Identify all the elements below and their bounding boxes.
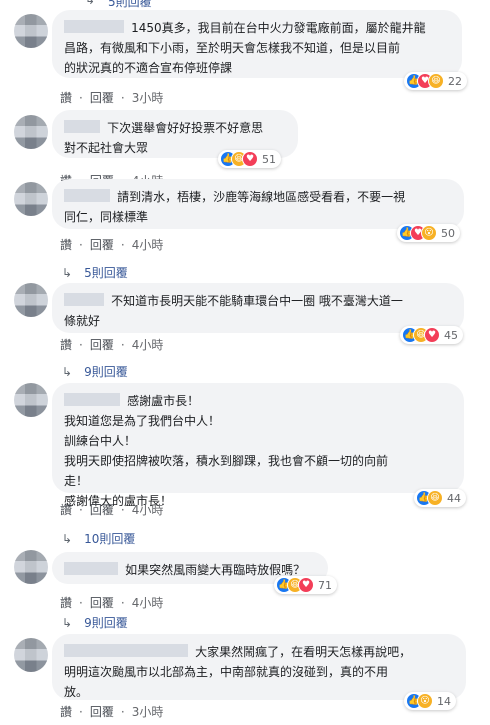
- author-name[interactable]: [64, 293, 104, 306]
- separator: ·: [79, 90, 83, 105]
- reply-arrow-icon: ↳: [62, 364, 73, 379]
- author-name[interactable]: [64, 20, 124, 33]
- view-replies[interactable]: ↳ 9則回覆: [62, 614, 128, 631]
- reaction-count: 71: [318, 578, 332, 592]
- view-replies-link[interactable]: 9則回覆: [84, 363, 128, 380]
- comment-text: 請到清水，梧棲，沙鹿等海線地區感受看看，不要一視 同仁，同樣標準: [64, 190, 406, 224]
- view-replies-link[interactable]: 5則回覆: [84, 264, 128, 281]
- separator: ·: [79, 704, 83, 719]
- separator: ·: [120, 502, 125, 517]
- comment-meta: 讚 · 回覆 · 3小時: [60, 703, 163, 720]
- reaction-count: 51: [262, 152, 276, 166]
- haha-reaction-icon: 😆: [428, 73, 444, 89]
- wow-reaction-icon: 😮: [421, 225, 437, 241]
- separator: ·: [120, 337, 125, 352]
- author-name[interactable]: [64, 562, 118, 575]
- reaction-count: 14: [437, 694, 451, 708]
- reaction-summary[interactable]: 👍 ♥ 😮 50: [397, 224, 460, 242]
- separator: ·: [79, 237, 83, 252]
- like-link[interactable]: 讚: [60, 594, 72, 611]
- separator: ·: [120, 704, 125, 719]
- separator: ·: [120, 90, 125, 105]
- separator: ·: [120, 237, 125, 252]
- view-replies-link[interactable]: 5則回覆: [108, 0, 152, 10]
- comment-bubble: 請到清水，梧棲，沙鹿等海線地區感受看看，不要一視 同仁，同樣標準: [52, 179, 464, 229]
- timestamp[interactable]: 3小時: [132, 703, 164, 720]
- reply-link[interactable]: 回覆: [90, 501, 114, 518]
- reply-link[interactable]: 回覆: [90, 703, 114, 720]
- love-reaction-icon: ♥: [298, 577, 314, 593]
- timestamp[interactable]: 3小時: [132, 89, 164, 106]
- avatar[interactable]: [14, 283, 48, 317]
- comment-meta: 讚 · 回覆 · 4小時: [60, 594, 163, 611]
- avatar[interactable]: [14, 14, 48, 48]
- comment-text: 如果突然風雨變大再臨時放假嗎？: [125, 563, 306, 577]
- comment-meta: 讚 · 回覆 · 3小時: [60, 89, 163, 106]
- reply-arrow-icon: ↳: [62, 615, 73, 630]
- view-replies-link[interactable]: 10則回覆: [84, 530, 135, 547]
- view-replies-link[interactable]: 9則回覆: [84, 614, 128, 631]
- timestamp[interactable]: 4小時: [132, 236, 164, 253]
- reaction-summary[interactable]: 👍 😆 ♥ 45: [400, 326, 463, 344]
- timestamp[interactable]: 4小時: [132, 336, 164, 353]
- avatar[interactable]: [14, 638, 48, 672]
- avatar[interactable]: [14, 115, 48, 149]
- reaction-summary[interactable]: 👍 😆 44: [414, 489, 466, 507]
- separator: ·: [79, 337, 83, 352]
- view-replies[interactable]: ↳ 5則回覆: [62, 264, 128, 281]
- reaction-count: 44: [447, 491, 461, 505]
- view-replies[interactable]: ↳ 10則回覆: [62, 530, 135, 547]
- like-link[interactable]: 讚: [60, 703, 72, 720]
- author-name[interactable]: [64, 393, 120, 406]
- reply-arrow-icon: ↳: [85, 0, 96, 7]
- reply-arrow-icon: ↳: [62, 265, 73, 280]
- reaction-summary[interactable]: 👍 ♥ 😆 22: [404, 72, 467, 90]
- reply-link[interactable]: 回覆: [90, 236, 114, 253]
- author-name[interactable]: [64, 189, 110, 202]
- comment-bubble: 1450真多，我目前在台中火力發電廠前面，屬於龍井龍 昌路，有微風和下小雨，至於…: [52, 10, 462, 78]
- like-link[interactable]: 讚: [60, 89, 72, 106]
- reaction-summary[interactable]: 👍 😆 ♥ 71: [274, 576, 337, 594]
- comment-text: 不知道市長明天能不能騎車環台中一圈 哦不臺灣大道一 條就好: [64, 294, 403, 328]
- reply-link[interactable]: 回覆: [90, 89, 114, 106]
- comment-bubble: 大家果然鬧瘋了，在看明天怎樣再說吧， 明明這次颱風市以北部為主，中南部就真的沒碰…: [52, 634, 466, 700]
- timestamp[interactable]: 4小時: [132, 501, 164, 518]
- timestamp[interactable]: 4小時: [132, 594, 164, 611]
- separator: ·: [79, 502, 83, 517]
- like-link[interactable]: 讚: [60, 336, 72, 353]
- author-name[interactable]: [64, 120, 100, 133]
- reaction-summary[interactable]: 👍 😆 ♥ 51: [218, 150, 281, 168]
- comment-bubble: 感謝盧市長！ 我知道您是為了我們台中人！ 訓練台中人！ 我明天即使招牌被吹落，積…: [52, 383, 464, 508]
- haha-reaction-icon: 😆: [427, 490, 443, 506]
- reaction-summary[interactable]: 👍 😮 14: [404, 692, 456, 710]
- reply-arrow-icon: ↳: [62, 531, 73, 546]
- separator: ·: [120, 595, 125, 610]
- avatar[interactable]: [14, 182, 48, 216]
- comment-text: 感謝盧市長！ 我知道您是為了我們台中人！ 訓練台中人！ 我明天即使招牌被吹落，積…: [64, 394, 389, 508]
- comment-bubble: 不知道市長明天能不能騎車環台中一圈 哦不臺灣大道一 條就好: [52, 283, 464, 333]
- view-replies[interactable]: ↳ 9則回覆: [62, 363, 128, 380]
- reply-link[interactable]: 回覆: [90, 336, 114, 353]
- comment-meta: 讚 · 回覆 · 4小時: [60, 336, 163, 353]
- avatar[interactable]: [14, 550, 48, 584]
- reaction-count: 22: [448, 74, 462, 88]
- reply-link[interactable]: 回覆: [90, 594, 114, 611]
- comment-meta: 讚 · 回覆 · 4小時: [60, 501, 163, 518]
- wow-reaction-icon: 😮: [417, 693, 433, 709]
- like-link[interactable]: 讚: [60, 236, 72, 253]
- love-reaction-icon: ♥: [242, 151, 258, 167]
- author-name[interactable]: [64, 644, 188, 657]
- love-reaction-icon: ♥: [424, 327, 440, 343]
- reaction-count: 50: [441, 226, 455, 240]
- like-link[interactable]: 讚: [60, 501, 72, 518]
- avatar[interactable]: [14, 383, 48, 417]
- separator: ·: [79, 595, 83, 610]
- comment-meta: 讚 · 回覆 · 4小時: [60, 236, 163, 253]
- reaction-count: 45: [444, 328, 458, 342]
